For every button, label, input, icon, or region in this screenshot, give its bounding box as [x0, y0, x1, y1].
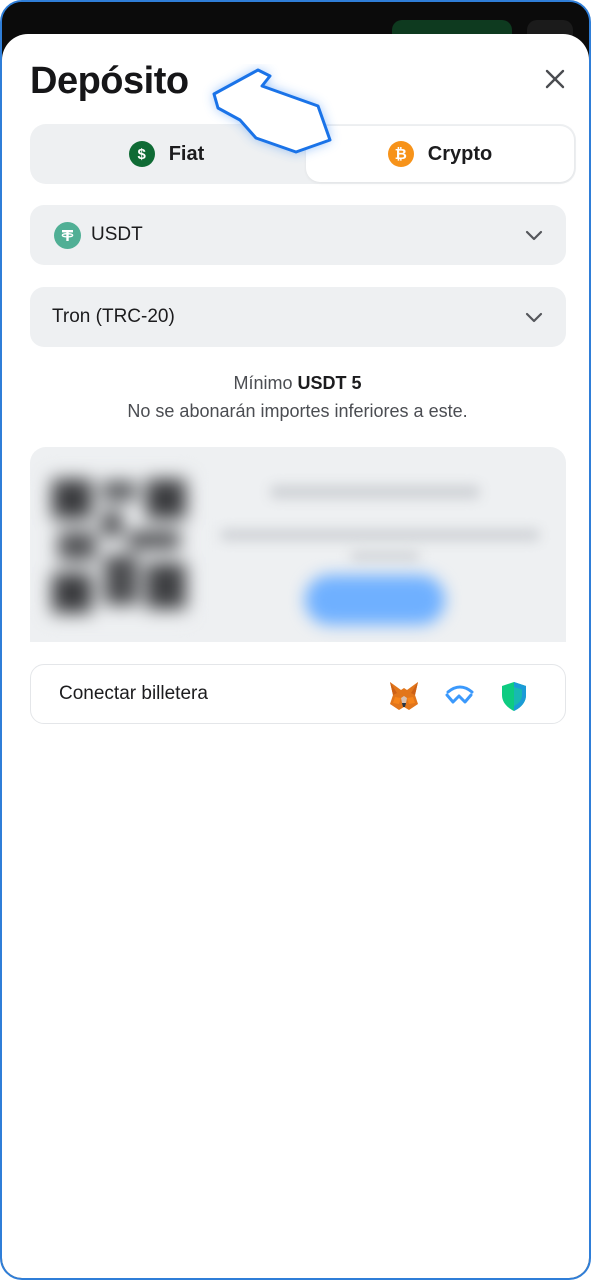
tutorial-hand-pointer-icon: [212, 68, 332, 154]
blurred-copy-button: [305, 575, 445, 625]
minimum-value: USDT 5: [297, 373, 362, 393]
metamask-icon: [390, 682, 418, 710]
blurred-heading: [270, 485, 480, 499]
close-icon: [545, 69, 565, 89]
minimum-note: No se abonarán importes inferiores a est…: [127, 401, 468, 421]
dollar-coin-icon: $: [128, 141, 155, 167]
bitcoin-icon: ₿: [387, 141, 414, 167]
deposit-modal: Depósito $ Fiat ₿ Crypto USDT Tron (TRC-…: [2, 34, 589, 1278]
chevron-down-icon: [525, 230, 543, 241]
trust-wallet-icon: [502, 682, 526, 711]
qr-code-blurred: [44, 471, 194, 621]
tether-icon: [54, 221, 81, 249]
connect-wallet-button[interactable]: Conectar billetera: [30, 664, 566, 724]
blurred-caption: [350, 551, 420, 561]
minimum-prefix: Mínimo: [233, 373, 293, 393]
walletconnect-icon: [445, 685, 474, 704]
deposit-address-card-blurred: [30, 447, 566, 642]
asset-select-value: USDT: [91, 224, 143, 245]
connect-wallet-label: Conectar billetera: [59, 683, 208, 704]
chevron-down-icon: [525, 312, 543, 323]
asset-select[interactable]: USDT: [30, 205, 566, 265]
close-button[interactable]: [540, 64, 570, 94]
app-frame: Depósito $ Fiat ₿ Crypto USDT Tron (TRC-…: [0, 0, 591, 1280]
tab-crypto-label: Crypto: [427, 142, 493, 165]
modal-title: Depósito: [30, 60, 189, 102]
minimum-amount: Mínimo USDT 5: [2, 373, 589, 394]
tab-fiat-label: Fiat: [168, 142, 205, 165]
blurred-address: [220, 529, 540, 541]
network-select[interactable]: Tron (TRC-20): [30, 287, 566, 347]
network-select-value: Tron (TRC-20): [52, 306, 175, 327]
